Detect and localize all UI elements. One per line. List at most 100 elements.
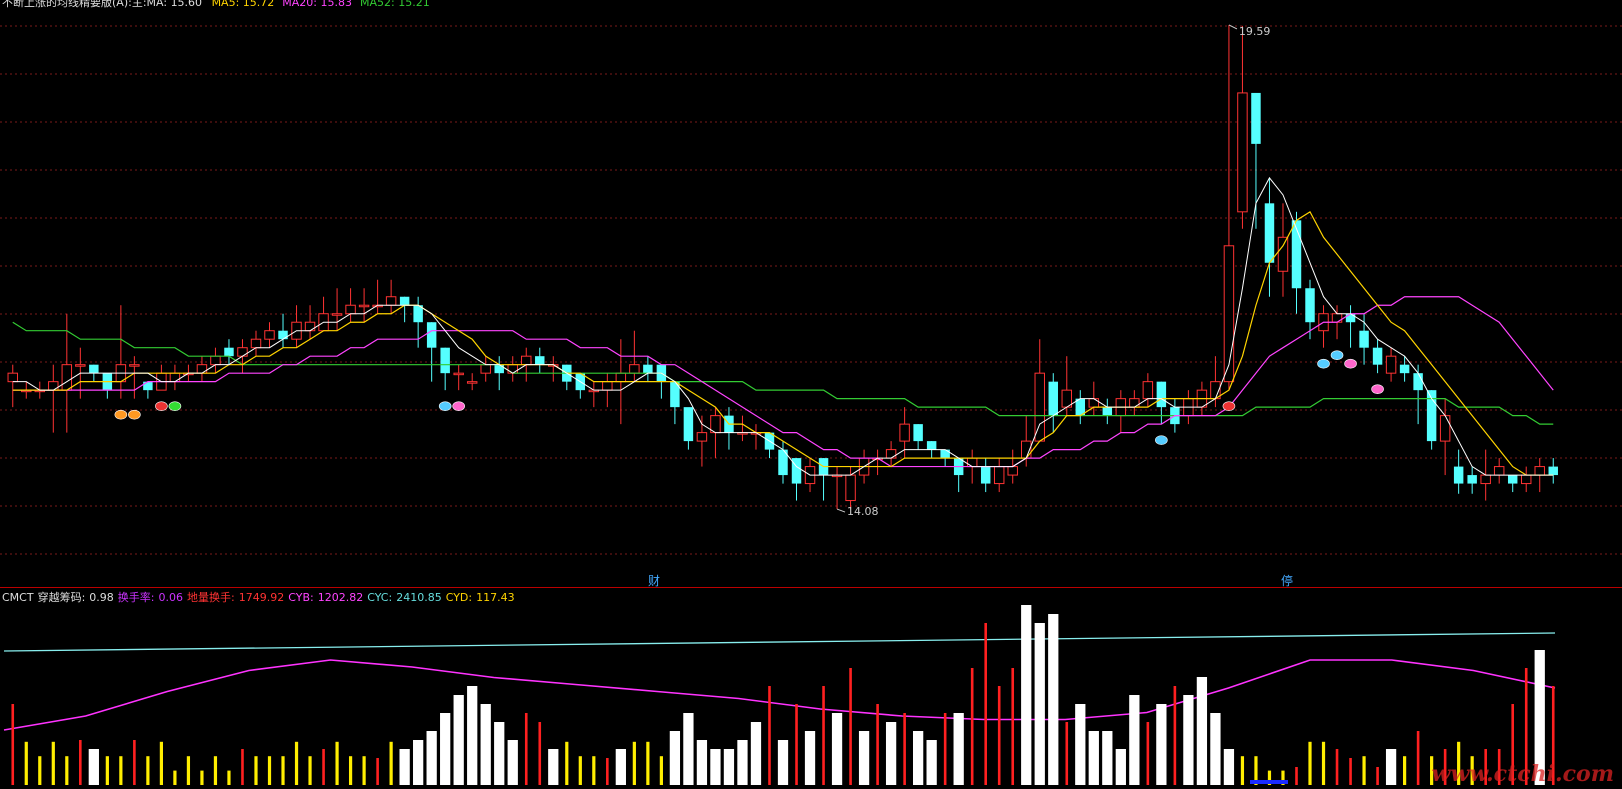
signal-gem-icon [452,401,465,411]
volume-bar-white [399,749,410,785]
volume-bar-white [669,731,681,785]
candle-body-up [304,321,316,332]
volume-bar-yellow [173,770,177,785]
candle-body-up [1534,466,1545,476]
volume-bar-white [467,686,478,785]
candle-body-down [1264,203,1275,263]
volume-bar-white [777,740,789,785]
kline-chart: 19.59 14.08 [0,24,1622,785]
candle-body-up [129,364,140,367]
volume-bar-white [494,722,505,785]
volume-bar-yellow [146,756,150,785]
candle-body-down [1048,381,1058,416]
cyb-line [3,659,1556,731]
sub-indicator-text: 换手率: [117,591,155,604]
candle-body-down [926,441,937,450]
watermark: www.ctchi.com [1431,761,1614,787]
low-price-label: 14.08 [847,505,879,518]
cyc-line [3,632,1556,652]
volume-bar-yellow [51,741,55,785]
candle-body-up [210,355,221,366]
candle-body-down [1507,475,1518,484]
volume-bar-white [696,740,708,785]
candle-body-down [1399,364,1410,374]
candle-body-up [845,474,856,502]
volume-bar-yellow [348,756,353,785]
volume-bar-yellow [389,741,393,785]
candle-body-up [466,381,478,384]
volume-bar-yellow [362,756,366,785]
candle-body-up [993,466,1005,485]
event-marker-suspend[interactable]: 停 [1281,572,1293,589]
sub-indicator-text: 2410.85 [396,591,442,604]
volume-bar-white [831,713,843,785]
volume-bar-yellow [335,741,339,785]
volume-bar-white [750,722,762,785]
volume-bar-white [1115,749,1126,785]
candle-body-up [885,449,897,459]
volume-bar-white [723,749,735,785]
volume-bar-white [413,740,424,785]
volume-bar-yellow [159,741,163,785]
candle-body-up [385,296,397,306]
candle-body-down [980,466,991,484]
signal-gem-icon [1317,358,1330,369]
event-marker-finance[interactable]: 财 [648,572,660,589]
volume-bar-white [1156,704,1167,785]
candle-body-down [1372,347,1383,365]
volume-bar-yellow [200,770,204,785]
sub-indicator-text: 0.06 [158,591,184,604]
ma-legend-item: MA52: 15.21 [360,0,430,9]
candle-body-down [89,364,99,374]
sub-indicator-text: 地量换手: [187,591,235,604]
volume-bar-red [322,749,325,785]
volume-bar-yellow [646,741,650,785]
volume-bar-red [1173,686,1177,785]
volume-bar-yellow [632,741,636,785]
candle-body-down [1413,373,1423,391]
candle-body-up [1034,372,1045,442]
volume-bar-white [615,749,626,785]
volume-bar-yellow [578,756,582,785]
signal-gem-icon [1371,384,1384,394]
signal-gem-icon [114,409,128,420]
volume-bar-white [426,731,437,785]
candle-body-up [453,372,464,376]
candle-body-down [1102,407,1113,416]
volume-bar-white [912,731,924,785]
volume-bar-white [683,713,694,785]
volume-bar-yellow [659,756,663,785]
volume-bar-white [1223,749,1235,785]
candle-body-down [426,322,437,348]
volume-bar-white [953,713,964,785]
volume-bar-white [858,731,870,785]
volume-bar-white [1210,713,1221,785]
candle-body-up [358,304,370,308]
volume-bar-yellow [281,756,285,785]
volume-bar-red [1011,668,1015,785]
candle-body-up [1088,398,1100,408]
volume-bar-red [133,740,136,785]
volume-bar-red [970,668,974,785]
volume-bar-white [1088,731,1099,785]
volume-bar-red [903,713,906,785]
candle-body-down [399,296,410,306]
ma5-line [12,210,1554,476]
candle-body-up [1223,245,1235,383]
volume-bar-red [1416,731,1420,785]
candle-body-up [1385,355,1397,374]
volume-bar-yellow [1308,741,1312,785]
sub-indicator-text: 1202.82 [317,591,364,604]
candle-body-up [899,423,910,442]
volume-bar-white [480,704,491,785]
signal-gem-icon [155,401,168,411]
volume-bar-red [606,758,609,785]
sub-indicator-text: CYC: [367,591,393,604]
volume-bar-red [768,686,771,785]
volume-bar-red [984,623,987,785]
candle-body-up [48,381,59,391]
candle-body-up [1520,474,1532,485]
candle-body-up [1237,92,1248,213]
volume-bar-yellow [213,756,218,785]
volume-bar-red [876,704,879,785]
